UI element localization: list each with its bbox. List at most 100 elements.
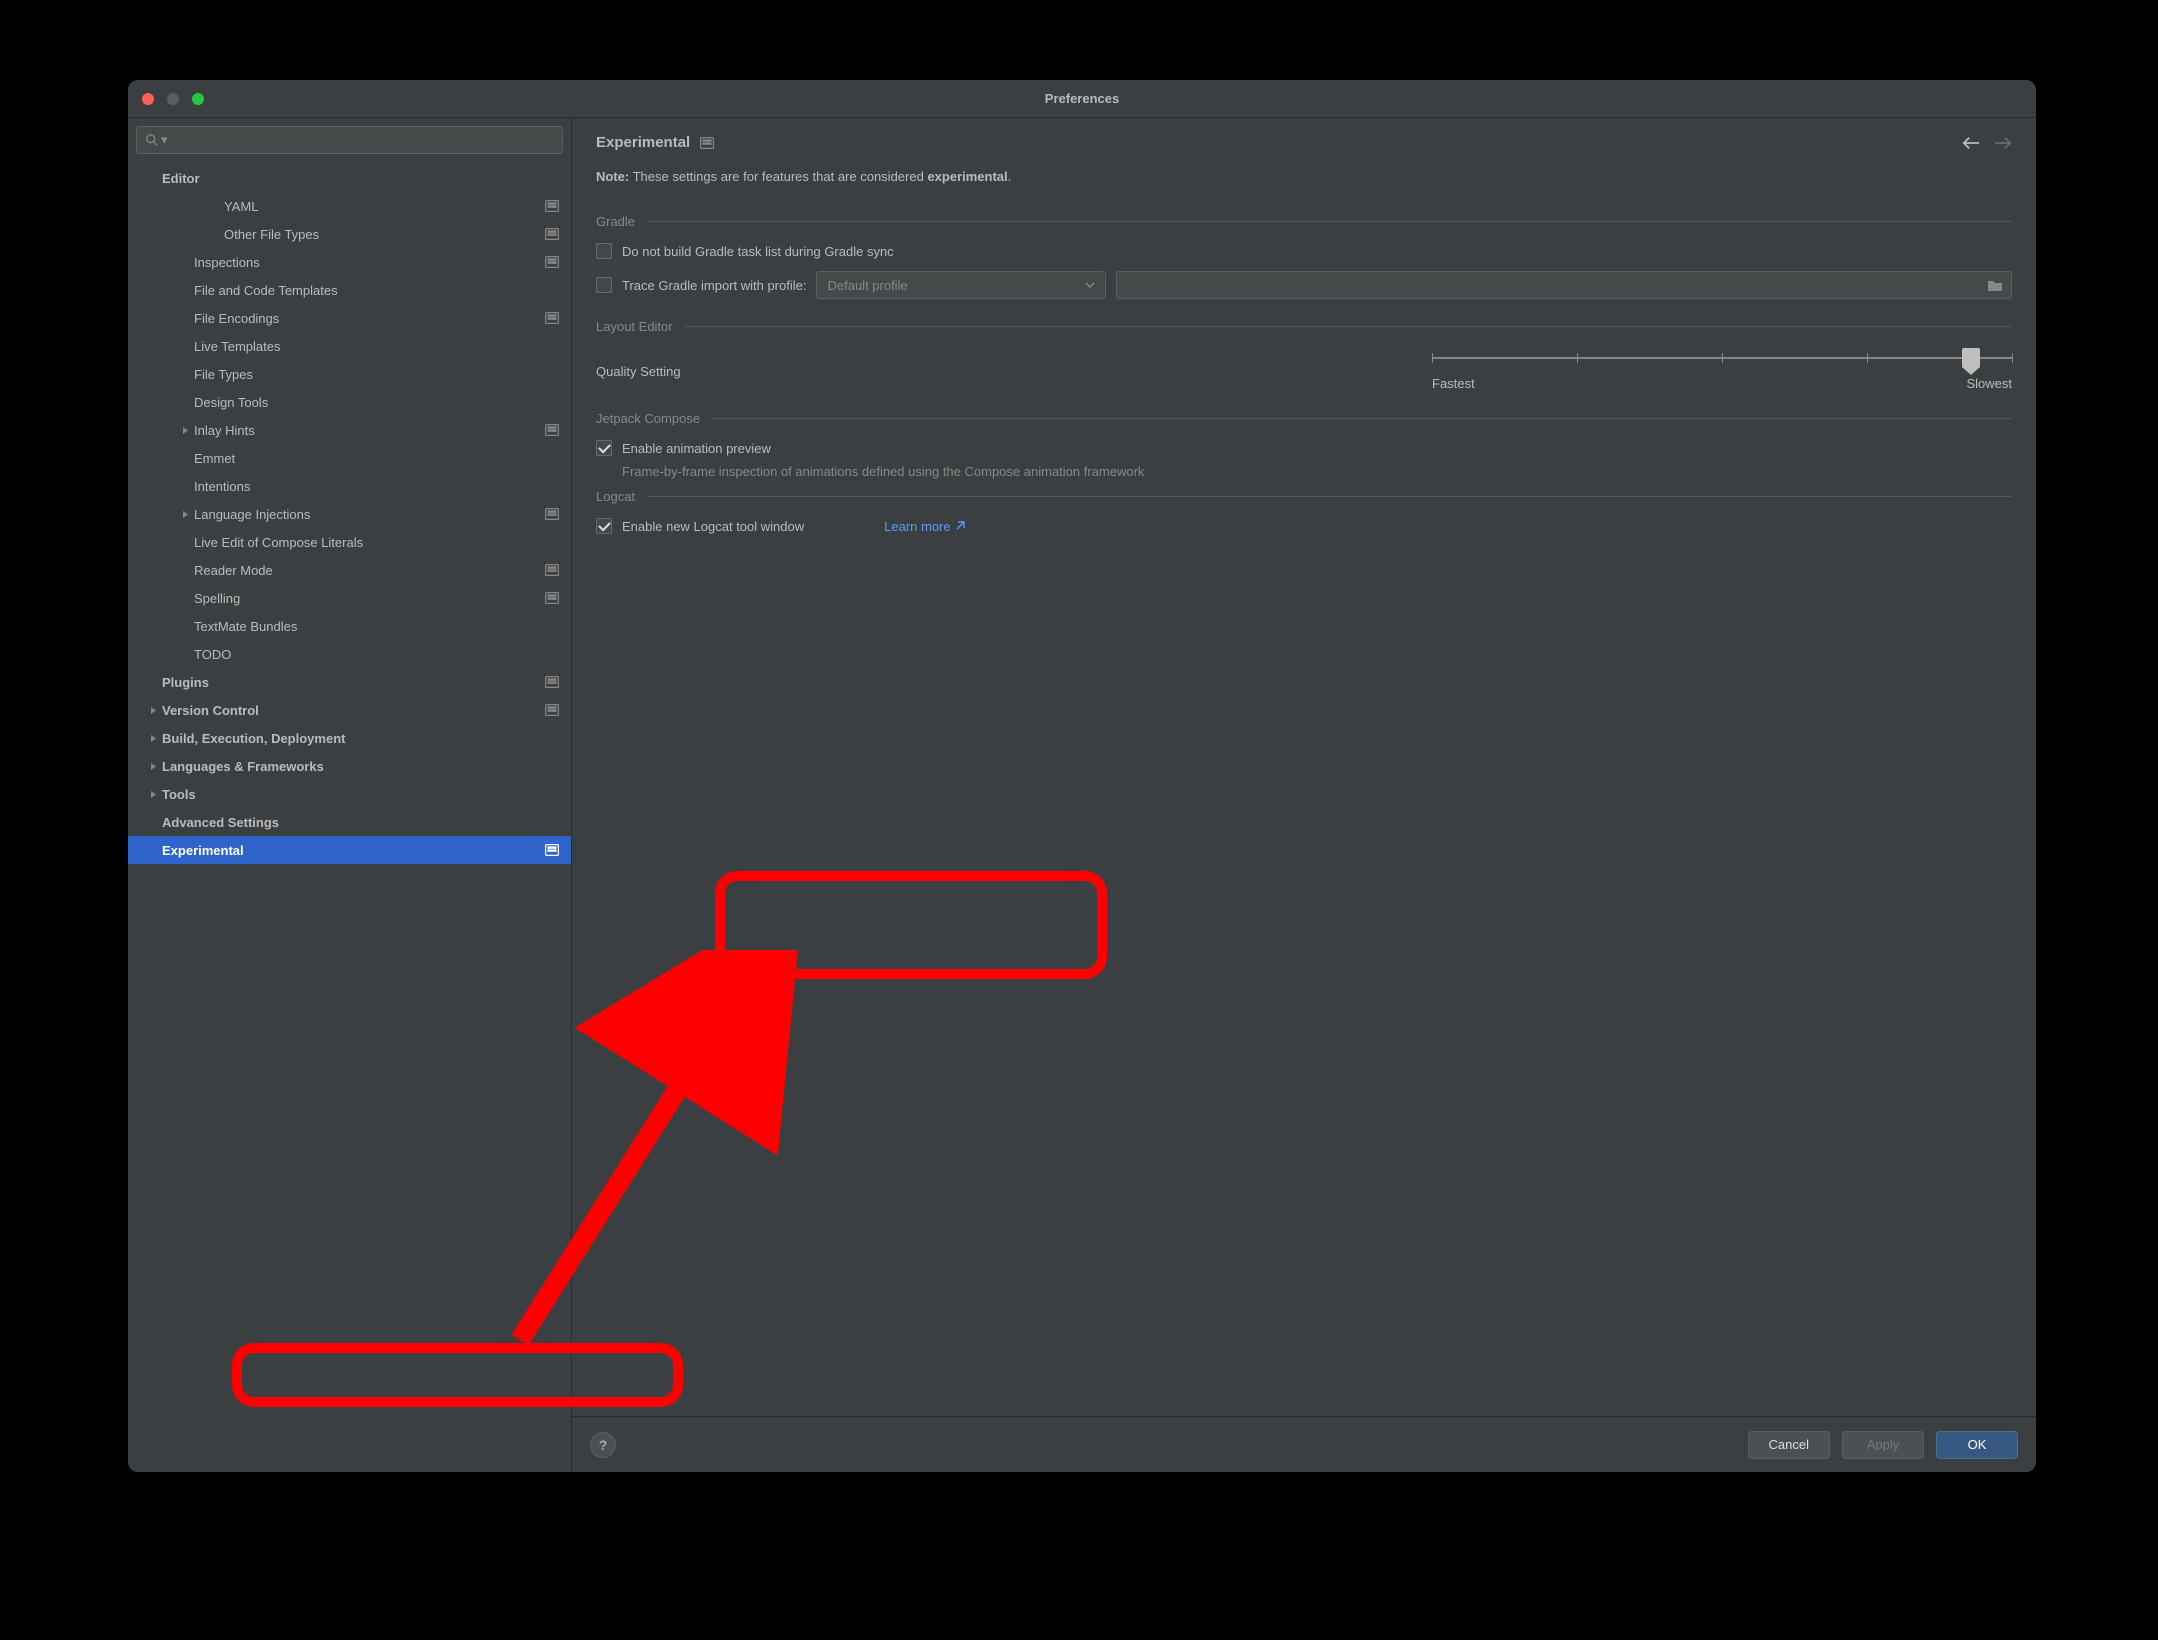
minimize-window-button[interactable] — [167, 93, 179, 105]
search-icon — [145, 133, 159, 147]
sidebar-item-language-injections[interactable]: Language Injections — [128, 500, 571, 528]
chevron-right-icon — [144, 790, 162, 799]
apply-button[interactable]: Apply — [1842, 1431, 1924, 1459]
sidebar-item-live-edit-of-compose-literals[interactable]: Live Edit of Compose Literals — [128, 528, 571, 556]
sidebar-item-live-templates[interactable]: Live Templates — [128, 332, 571, 360]
sidebar-item-file-types[interactable]: File Types — [128, 360, 571, 388]
sidebar-item-label: Plugins — [162, 675, 539, 690]
page-title: Experimental — [596, 134, 690, 151]
preferences-tree[interactable]: Editor YAML Other File Types Inspections Fil… — [128, 158, 571, 1472]
chevron-right-icon — [144, 706, 162, 715]
project-scope-icon — [545, 256, 559, 268]
chevron-right-icon — [144, 734, 162, 743]
gradle-trace-checkbox[interactable] — [596, 277, 612, 293]
chevron-right-icon — [144, 762, 162, 771]
logcat-learn-more-link[interactable]: Learn more — [884, 519, 964, 534]
chevron-down-icon — [1085, 280, 1095, 290]
sidebar-item-inspections[interactable]: Inspections — [128, 248, 571, 276]
sidebar-item-label: Live Templates — [194, 339, 559, 354]
sidebar-item-label: Languages & Frameworks — [162, 759, 559, 774]
sidebar-item-advanced-settings[interactable]: Advanced Settings — [128, 808, 571, 836]
sidebar-item-label: Inspections — [194, 255, 539, 270]
sidebar-item-build-execution-deployment[interactable]: Build, Execution, Deployment — [128, 724, 571, 752]
project-scope-icon — [700, 137, 714, 149]
close-window-button[interactable] — [142, 93, 154, 105]
sidebar-item-label: Emmet — [194, 451, 559, 466]
sidebar-item-label: Spelling — [194, 591, 539, 606]
gradle-task-list-checkbox[interactable] — [596, 243, 612, 259]
sidebar-item-label: Advanced Settings — [162, 815, 559, 830]
search-input[interactable]: ▾ — [136, 126, 563, 154]
folder-icon — [1987, 278, 2003, 292]
chevron-right-icon — [176, 426, 194, 435]
cancel-button[interactable]: Cancel — [1748, 1431, 1830, 1459]
sidebar-item-label: Intentions — [194, 479, 559, 494]
project-scope-icon — [545, 508, 559, 520]
sidebar-item-label: File Types — [194, 367, 559, 382]
logcat-new-window-label: Enable new Logcat tool window — [622, 519, 804, 534]
sidebar-item-label: YAML — [224, 199, 539, 214]
logcat-section-title: Logcat — [596, 489, 2012, 504]
project-scope-icon — [545, 844, 559, 856]
gradle-section-title: Gradle — [596, 214, 2012, 229]
sidebar-item-spelling[interactable]: Spelling — [128, 584, 571, 612]
logcat-new-window-checkbox[interactable] — [596, 518, 612, 534]
compose-animation-hint: Frame-by-frame inspection of animations … — [622, 464, 2012, 479]
dialog-footer: ? Cancel Apply OK — [572, 1416, 2036, 1472]
project-scope-icon — [545, 704, 559, 716]
gradle-profile-value: Default profile — [827, 278, 907, 293]
sidebar-item-emmet[interactable]: Emmet — [128, 444, 571, 472]
sidebar-item-tools[interactable]: Tools — [128, 780, 571, 808]
compose-animation-checkbox[interactable] — [596, 440, 612, 456]
sidebar-item-label: Experimental — [162, 843, 539, 858]
sidebar-item-label: TextMate Bundles — [194, 619, 559, 634]
sidebar-item-file-and-code-templates[interactable]: File and Code Templates — [128, 276, 571, 304]
sidebar-item-editor[interactable]: Editor — [128, 164, 571, 192]
project-scope-icon — [545, 200, 559, 212]
quality-setting-label: Quality Setting — [596, 364, 681, 379]
sidebar-item-reader-mode[interactable]: Reader Mode — [128, 556, 571, 584]
project-scope-icon — [545, 228, 559, 240]
chevron-right-icon — [176, 510, 194, 519]
gradle-profile-select[interactable]: Default profile — [816, 271, 1106, 299]
sidebar-item-label: Language Injections — [194, 507, 539, 522]
gradle-profile-path-field[interactable] — [1116, 271, 2012, 299]
sidebar-item-file-encodings[interactable]: File Encodings — [128, 304, 571, 332]
ok-button[interactable]: OK — [1936, 1431, 2018, 1459]
nav-back-icon[interactable] — [1962, 136, 1980, 150]
sidebar-item-design-tools[interactable]: Design Tools — [128, 388, 571, 416]
sidebar-item-label: Other File Types — [224, 227, 539, 242]
layout-editor-section-title: Layout Editor — [596, 319, 2012, 334]
project-scope-icon — [545, 564, 559, 576]
gradle-trace-label: Trace Gradle import with profile: — [622, 278, 806, 293]
sidebar-item-intentions[interactable]: Intentions — [128, 472, 571, 500]
sidebar-item-todo[interactable]: TODO — [128, 640, 571, 668]
sidebar-item-inlay-hints[interactable]: Inlay Hints — [128, 416, 571, 444]
window-title: Preferences — [1045, 91, 1119, 106]
compose-section-title: Jetpack Compose — [596, 411, 2012, 426]
external-link-icon — [955, 521, 965, 531]
quality-slider[interactable] — [1432, 348, 2012, 368]
sidebar-item-label: Reader Mode — [194, 563, 539, 578]
compose-animation-label: Enable animation preview — [622, 441, 771, 456]
preferences-content: Experimental Note: These settings are fo… — [572, 118, 2036, 1472]
sidebar-item-version-control[interactable]: Version Control — [128, 696, 571, 724]
sidebar-item-label: File Encodings — [194, 311, 539, 326]
sidebar-item-label: Live Edit of Compose Literals — [194, 535, 559, 550]
gradle-task-list-label: Do not build Gradle task list during Gra… — [622, 244, 894, 259]
project-scope-icon — [545, 312, 559, 324]
sidebar-item-label: Tools — [162, 787, 559, 802]
sidebar-item-label: Build, Execution, Deployment — [162, 731, 559, 746]
sidebar-item-textmate-bundles[interactable]: TextMate Bundles — [128, 612, 571, 640]
quality-slider-thumb[interactable] — [1962, 348, 1980, 368]
sidebar-item-label: Version Control — [162, 703, 539, 718]
sidebar-item-other-file-types[interactable]: Other File Types — [128, 220, 571, 248]
sidebar-item-yaml[interactable]: YAML — [128, 192, 571, 220]
slider-label-fastest: Fastest — [1432, 376, 1475, 391]
fullscreen-window-button[interactable] — [192, 93, 204, 105]
sidebar-item-plugins[interactable]: Plugins — [128, 668, 571, 696]
sidebar-item-languages-frameworks[interactable]: Languages & Frameworks — [128, 752, 571, 780]
sidebar-item-experimental[interactable]: Experimental — [128, 836, 571, 864]
help-button[interactable]: ? — [590, 1432, 616, 1458]
nav-forward-icon — [1994, 136, 2012, 150]
